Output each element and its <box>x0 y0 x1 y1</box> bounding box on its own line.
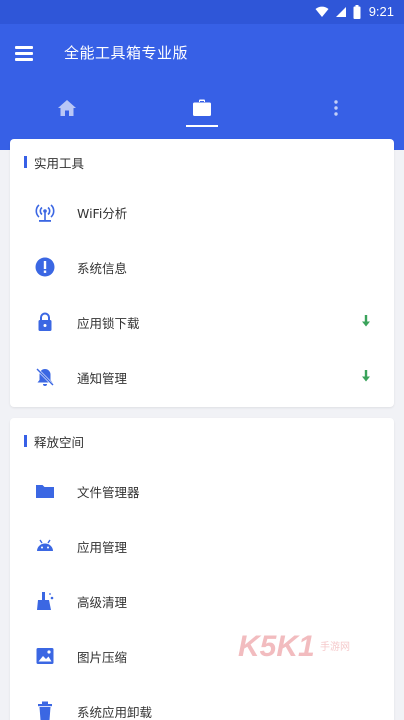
screen: 9:21 全能工具箱专业版 实用工具 WiFi分析 系统信息 应用锁下载 通知管… <box>0 0 404 720</box>
info-icon <box>34 256 56 278</box>
battery-icon <box>353 4 361 19</box>
tab-home[interactable] <box>37 88 97 128</box>
notifications-off-icon <box>34 366 56 388</box>
section-accent-bar <box>24 435 27 447</box>
image-icon <box>34 645 56 667</box>
list-item-file-manager[interactable]: 文件管理器 <box>10 463 394 518</box>
status-time: 9:21 <box>368 4 394 19</box>
wifi-tower-icon <box>34 201 56 223</box>
section-header: 释放空间 <box>10 418 394 463</box>
list-item-notification-management[interactable]: 通知管理 <box>10 349 394 404</box>
app-title: 全能工具箱专业版 <box>64 44 189 62</box>
list-item-label: 应用管理 <box>77 540 128 555</box>
folder-icon <box>34 480 56 502</box>
list-item-wifi-analysis[interactable]: WiFi分析 <box>10 184 394 239</box>
list-item-label: 系统信息 <box>77 261 128 276</box>
list-item-label: 应用锁下载 <box>77 316 140 331</box>
status-bar: 9:21 <box>0 0 404 24</box>
briefcase-icon <box>193 99 211 116</box>
tab-indicator <box>186 125 218 127</box>
list-item-system-info[interactable]: 系统信息 <box>10 239 394 294</box>
broom-icon <box>34 590 56 612</box>
download-icon[interactable] <box>361 314 371 328</box>
more-vertical-icon <box>334 100 338 116</box>
section-title: 释放空间 <box>34 435 85 450</box>
section-title: 实用工具 <box>34 156 85 171</box>
menu-icon[interactable] <box>15 42 37 62</box>
lock-icon <box>34 311 56 333</box>
cell-signal-icon <box>335 6 346 17</box>
section-accent-bar <box>24 156 27 168</box>
list-item-advanced-clean[interactable]: 高级清理 <box>10 573 394 628</box>
svg-text:手游网: 手游网 <box>320 640 350 653</box>
trash-icon <box>34 700 56 720</box>
list-item-label: 文件管理器 <box>77 485 140 500</box>
section-header: 实用工具 <box>10 139 394 184</box>
list-item-system-app-uninstall[interactable]: 系统应用卸载 <box>10 683 394 720</box>
tab-tools[interactable] <box>172 88 232 128</box>
watermark-logo: K5K1 手游网 <box>238 628 358 664</box>
home-icon <box>58 100 76 116</box>
section-card-utilities: 实用工具 WiFi分析 系统信息 应用锁下载 通知管理 <box>10 139 394 407</box>
android-icon <box>34 535 56 557</box>
list-item-label: 通知管理 <box>77 371 128 386</box>
list-item-label: WiFi分析 <box>77 206 128 221</box>
list-item-app-lock-download[interactable]: 应用锁下载 <box>10 294 394 349</box>
svg-text:K5K1: K5K1 <box>238 630 315 663</box>
section-card-free-space: 释放空间 文件管理器 应用管理 高级清理 图片压缩 系统应用卸载 <box>10 418 394 720</box>
download-icon[interactable] <box>361 369 371 383</box>
status-icons: 9:21 <box>315 4 394 19</box>
wifi-icon <box>315 6 329 17</box>
list-item-label: 图片压缩 <box>77 650 128 665</box>
list-item-label: 系统应用卸载 <box>77 705 153 720</box>
list-item-app-management[interactable]: 应用管理 <box>10 518 394 573</box>
list-item-label: 高级清理 <box>77 595 128 610</box>
tab-more[interactable] <box>306 88 366 128</box>
app-bar: 全能工具箱专业版 <box>0 24 404 150</box>
